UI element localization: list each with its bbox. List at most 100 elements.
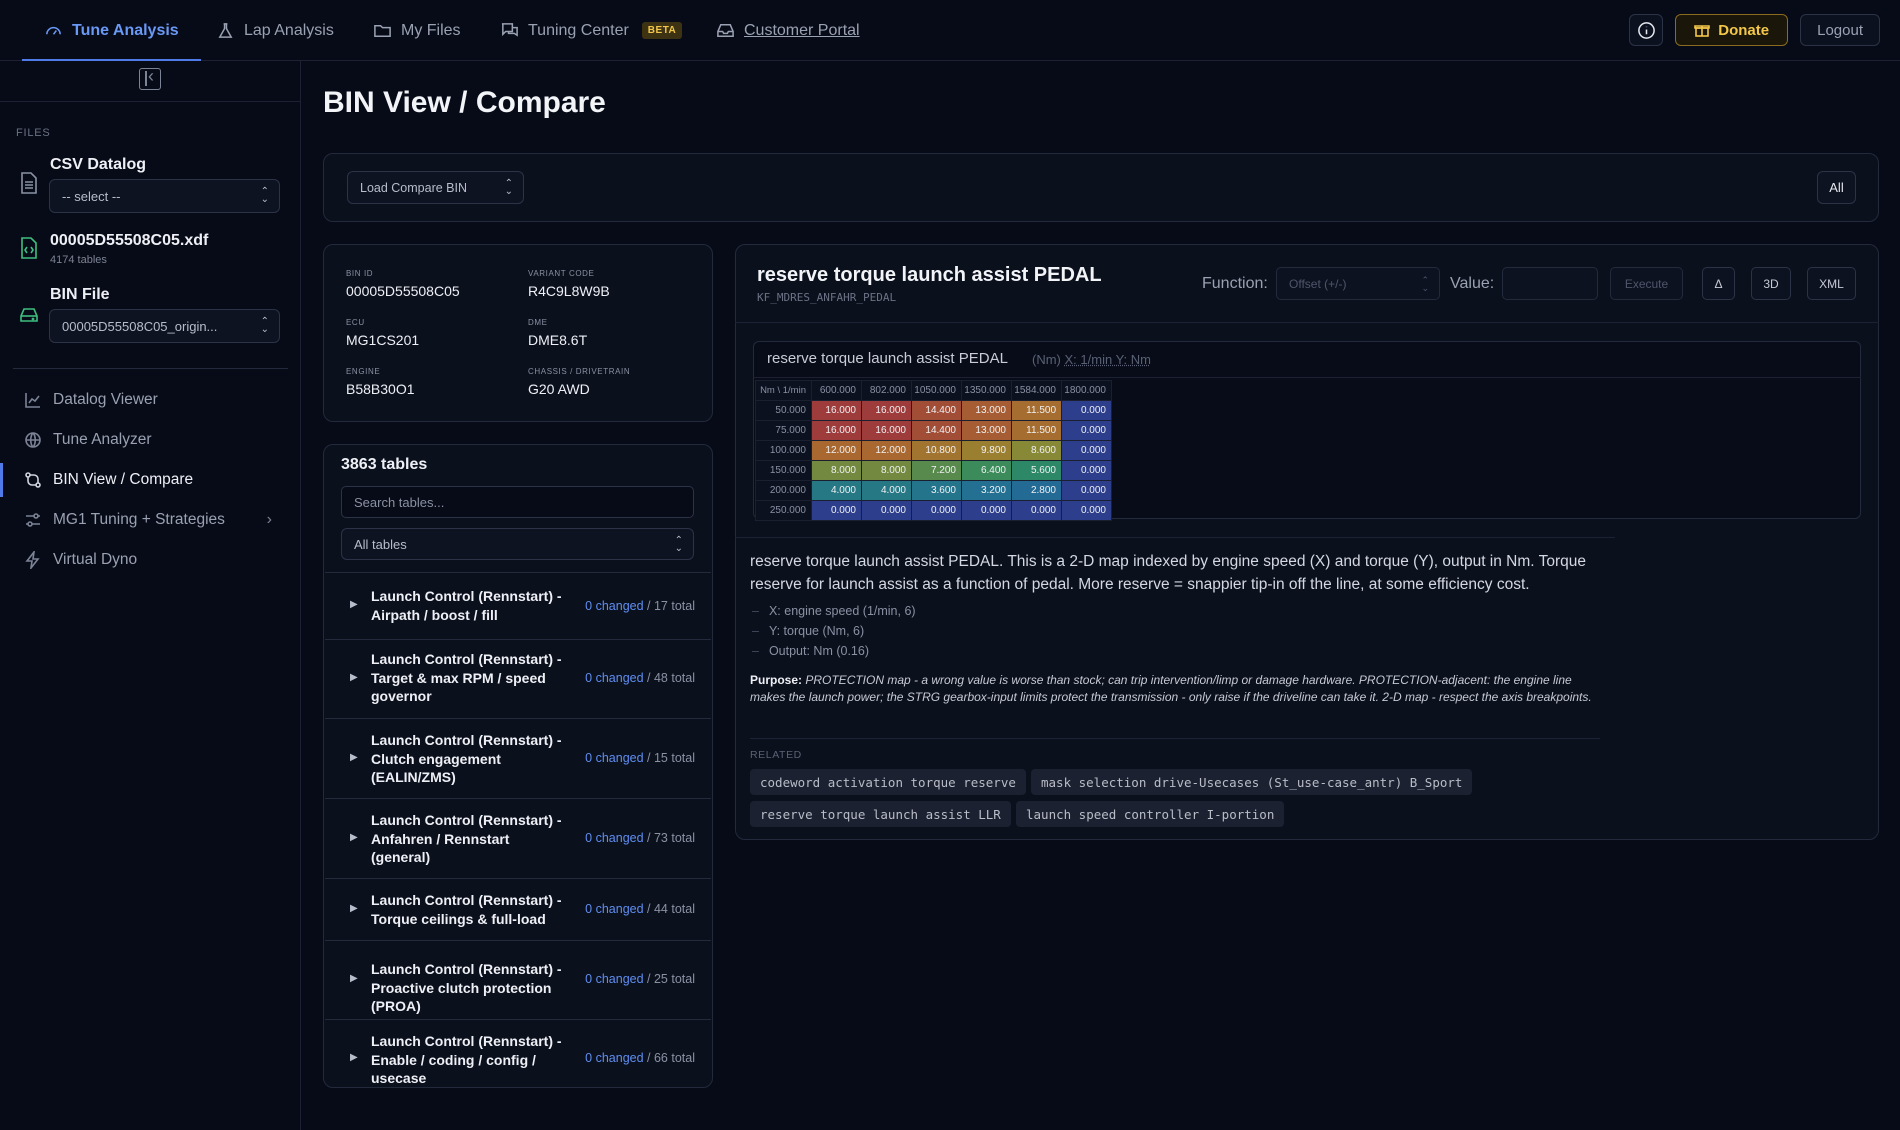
function-label: Function: bbox=[1202, 275, 1268, 292]
map-cell[interactable]: 4.000 bbox=[861, 480, 912, 501]
csv-datalog-select[interactable]: -- select -- ⌃ ⌄ bbox=[49, 179, 280, 213]
map-cell[interactable]: 0.000 bbox=[1061, 420, 1112, 441]
total-count: / 73 total bbox=[643, 831, 695, 845]
map-cell[interactable]: 8.000 bbox=[811, 460, 862, 481]
related-table-chip[interactable]: launch speed controller I-portion bbox=[1016, 801, 1285, 827]
sidebar-item-datalog-viewer[interactable]: Datalog Viewer bbox=[0, 381, 300, 419]
axis-info-x: – X: engine speed (1/min, 6) bbox=[752, 604, 916, 618]
collapse-sidebar-icon[interactable] bbox=[139, 66, 161, 90]
sidebar-item-bin-view-compare[interactable]: BIN View / Compare bbox=[0, 461, 300, 499]
execute-button[interactable]: Execute bbox=[1610, 267, 1683, 300]
map-cell[interactable]: 0.000 bbox=[1061, 440, 1112, 461]
map-cell[interactable]: 13.000 bbox=[961, 420, 1012, 441]
delta-button[interactable]: Δ bbox=[1702, 267, 1735, 300]
all-filter-button[interactable]: All bbox=[1817, 171, 1856, 204]
map-cell[interactable]: 0.000 bbox=[911, 500, 962, 521]
map-cell[interactable]: 8.000 bbox=[861, 460, 912, 481]
gauge-icon bbox=[46, 26, 61, 35]
files-section-label: FILES bbox=[16, 127, 51, 139]
axis-info-text: X: engine speed (1/min, 6) bbox=[768, 604, 916, 618]
chat-icon bbox=[501, 23, 518, 37]
value-input[interactable] bbox=[1502, 267, 1598, 300]
table-group-row[interactable]: ▶ Launch Control (Rennstart) - Clutch en… bbox=[325, 718, 711, 798]
bin-file-select[interactable]: 00005D55508C05_origin... ⌃ ⌄ bbox=[49, 309, 280, 343]
map-cell[interactable]: 8.600 bbox=[1011, 440, 1062, 461]
tab-lap-analysis[interactable]: Lap Analysis bbox=[216, 0, 334, 61]
related-table-chip[interactable]: mask selection drive-Usecases (St_use-ca… bbox=[1031, 769, 1473, 795]
map-cell[interactable]: 16.000 bbox=[811, 400, 862, 421]
table-group-row[interactable]: ▶ Launch Control (Rennstart) - Enable / … bbox=[325, 1019, 711, 1087]
sidebar-item-virtual-dyno[interactable]: Virtual Dyno bbox=[0, 541, 300, 579]
map-cell[interactable]: 0.000 bbox=[811, 500, 862, 521]
chevron-updown-icon: ⌃ ⌄ bbox=[504, 178, 513, 197]
top-nav: Tune Analysis Lap Analysis My Files Tuni… bbox=[0, 0, 1900, 62]
map-cell[interactable]: 0.000 bbox=[1061, 500, 1112, 521]
xml-button[interactable]: XML bbox=[1807, 267, 1856, 300]
table-group-row[interactable]: ▶ Launch Control (Rennstart) - Torque ce… bbox=[325, 878, 711, 940]
group-name: Launch Control (Rennstart) - Torque ceil… bbox=[371, 892, 562, 927]
tables-filter-select[interactable]: All tables ⌃ ⌄ bbox=[341, 528, 694, 560]
related-table-chip[interactable]: codeword activation torque reserve bbox=[750, 769, 1026, 795]
function-select[interactable]: Offset (+/-) ⌃ ⌄ bbox=[1276, 267, 1440, 300]
map-cell[interactable]: 12.000 bbox=[811, 440, 862, 461]
map-cell[interactable]: 16.000 bbox=[861, 420, 912, 441]
group-name: Launch Control (Rennstart) - Proactive c… bbox=[371, 961, 562, 1014]
3d-view-button[interactable]: 3D bbox=[1751, 267, 1791, 300]
map-cell[interactable]: 3.200 bbox=[961, 480, 1012, 501]
map-cell[interactable]: 3.600 bbox=[911, 480, 962, 501]
csv-select-value: -- select -- bbox=[62, 188, 121, 204]
map-cell[interactable]: 6.400 bbox=[961, 460, 1012, 481]
map-units: (Nm) X: 1/min Y: Nm bbox=[1032, 352, 1151, 367]
map-cell[interactable]: 4.000 bbox=[811, 480, 862, 501]
map-cell[interactable]: 16.000 bbox=[811, 420, 862, 441]
map-cell[interactable]: 11.500 bbox=[1011, 400, 1062, 421]
map-cell[interactable]: 13.000 bbox=[961, 400, 1012, 421]
map-cell[interactable]: 14.400 bbox=[911, 400, 962, 421]
related-table-chip[interactable]: reserve torque launch assist LLR bbox=[750, 801, 1011, 827]
group-count: 0 changed / 25 total bbox=[585, 972, 695, 986]
table-group-row[interactable]: ▶ Launch Control (Rennstart) - Anfahren … bbox=[325, 798, 711, 878]
divider bbox=[735, 322, 1879, 323]
donate-button[interactable]: Donate bbox=[1675, 14, 1789, 46]
logout-button[interactable]: Logout bbox=[1800, 14, 1880, 46]
tab-tuning-center[interactable]: Tuning Center BETA bbox=[500, 0, 683, 61]
table-group-row[interactable]: ▶ Launch Control (Rennstart) - Target & … bbox=[325, 639, 711, 717]
map-cell[interactable]: 10.800 bbox=[911, 440, 962, 461]
map-cell[interactable]: 16.000 bbox=[861, 400, 912, 421]
map-cell[interactable]: 9.800 bbox=[961, 440, 1012, 461]
search-tables-input[interactable]: Search tables... bbox=[341, 486, 694, 518]
csv-datalog-title: CSV Datalog bbox=[50, 156, 147, 173]
tab-customer-portal[interactable]: Customer Portal bbox=[716, 0, 860, 61]
compare-toolbar: Load Compare BIN ⌃ ⌄ All bbox=[323, 153, 1879, 222]
map-y-axis-cell: 250.000 bbox=[755, 500, 812, 521]
map-cell[interactable]: 0.000 bbox=[1061, 460, 1112, 481]
map-cell[interactable]: 14.400 bbox=[911, 420, 962, 441]
bin-file-title: BIN File bbox=[50, 286, 110, 303]
map-cell[interactable]: 5.600 bbox=[1011, 460, 1062, 481]
tab-tune-analysis[interactable]: Tune Analysis bbox=[22, 0, 201, 62]
table-group-row[interactable]: ▶ Launch Control (Rennstart) - Airpath /… bbox=[325, 572, 711, 638]
map-cell[interactable]: 11.500 bbox=[1011, 420, 1062, 441]
map-cell[interactable]: 7.200 bbox=[911, 460, 962, 481]
table-group-row[interactable]: ▶ Launch Control (Rennstart) - Proactive… bbox=[325, 940, 711, 1019]
sidebar-item-mg1-tuning[interactable]: MG1 Tuning + Strategies › bbox=[0, 501, 300, 539]
sidebar-item-tune-analyzer[interactable]: Tune Analyzer bbox=[0, 421, 300, 459]
tables-count-title: 3863 tables bbox=[341, 456, 428, 473]
map-cell[interactable]: 12.000 bbox=[861, 440, 912, 461]
group-count: 0 changed / 48 total bbox=[585, 671, 695, 685]
map-y-axis-cell: 75.000 bbox=[755, 420, 812, 441]
map-cell[interactable]: 0.000 bbox=[1061, 400, 1112, 421]
ecu-value: MG1CS201 bbox=[346, 332, 420, 348]
total-count: / 25 total bbox=[643, 972, 695, 986]
expand-triangle-icon: ▶ bbox=[350, 672, 358, 683]
info-button[interactable] bbox=[1629, 14, 1664, 46]
map-cell[interactable]: 0.000 bbox=[861, 500, 912, 521]
map-cell[interactable]: 0.000 bbox=[1061, 480, 1112, 501]
map-x-axis-cell: 1050.000 bbox=[911, 380, 962, 401]
map-cell[interactable]: 0.000 bbox=[961, 500, 1012, 521]
map-cell[interactable]: 0.000 bbox=[1011, 500, 1062, 521]
map-cell[interactable]: 2.800 bbox=[1011, 480, 1062, 501]
tables-filter-value: All tables bbox=[354, 536, 407, 552]
tab-my-files[interactable]: My Files bbox=[373, 0, 461, 61]
load-compare-bin-select[interactable]: Load Compare BIN ⌃ ⌄ bbox=[347, 171, 524, 204]
